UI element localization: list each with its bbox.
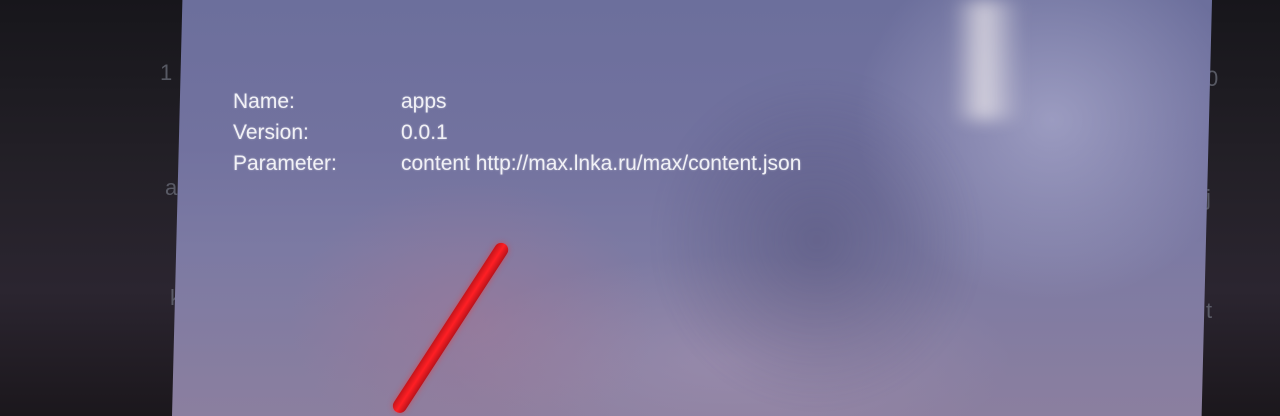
photo-of-monitor: 1 a k u 0 j t Name: apps Version: 0.0.1 …: [0, 0, 1280, 416]
light-glare: [952, 0, 1022, 120]
keyboard-key-label: a: [165, 175, 178, 200]
monitor-screen: [172, 0, 1212, 416]
name-value: apps: [401, 90, 447, 113]
left-background: 1 a k u: [0, 0, 190, 416]
parameter-label: Parameter:: [233, 152, 337, 175]
name-label: Name:: [233, 90, 295, 113]
version-label: Version:: [233, 121, 309, 144]
parameter-value: content http://max.lnka.ru/max/content.j…: [401, 152, 802, 175]
name-row: Name: apps: [233, 86, 801, 117]
version-value: 0.0.1: [401, 121, 448, 144]
keyboard-key-label: 1: [160, 60, 173, 85]
keyboard-key-label: t: [1206, 298, 1213, 323]
app-info-panel: Name: apps Version: 0.0.1 Parameter: con…: [233, 86, 801, 179]
parameter-row: Parameter: content http://max.lnka.ru/ma…: [233, 148, 801, 179]
version-row: Version: 0.0.1: [233, 117, 801, 148]
